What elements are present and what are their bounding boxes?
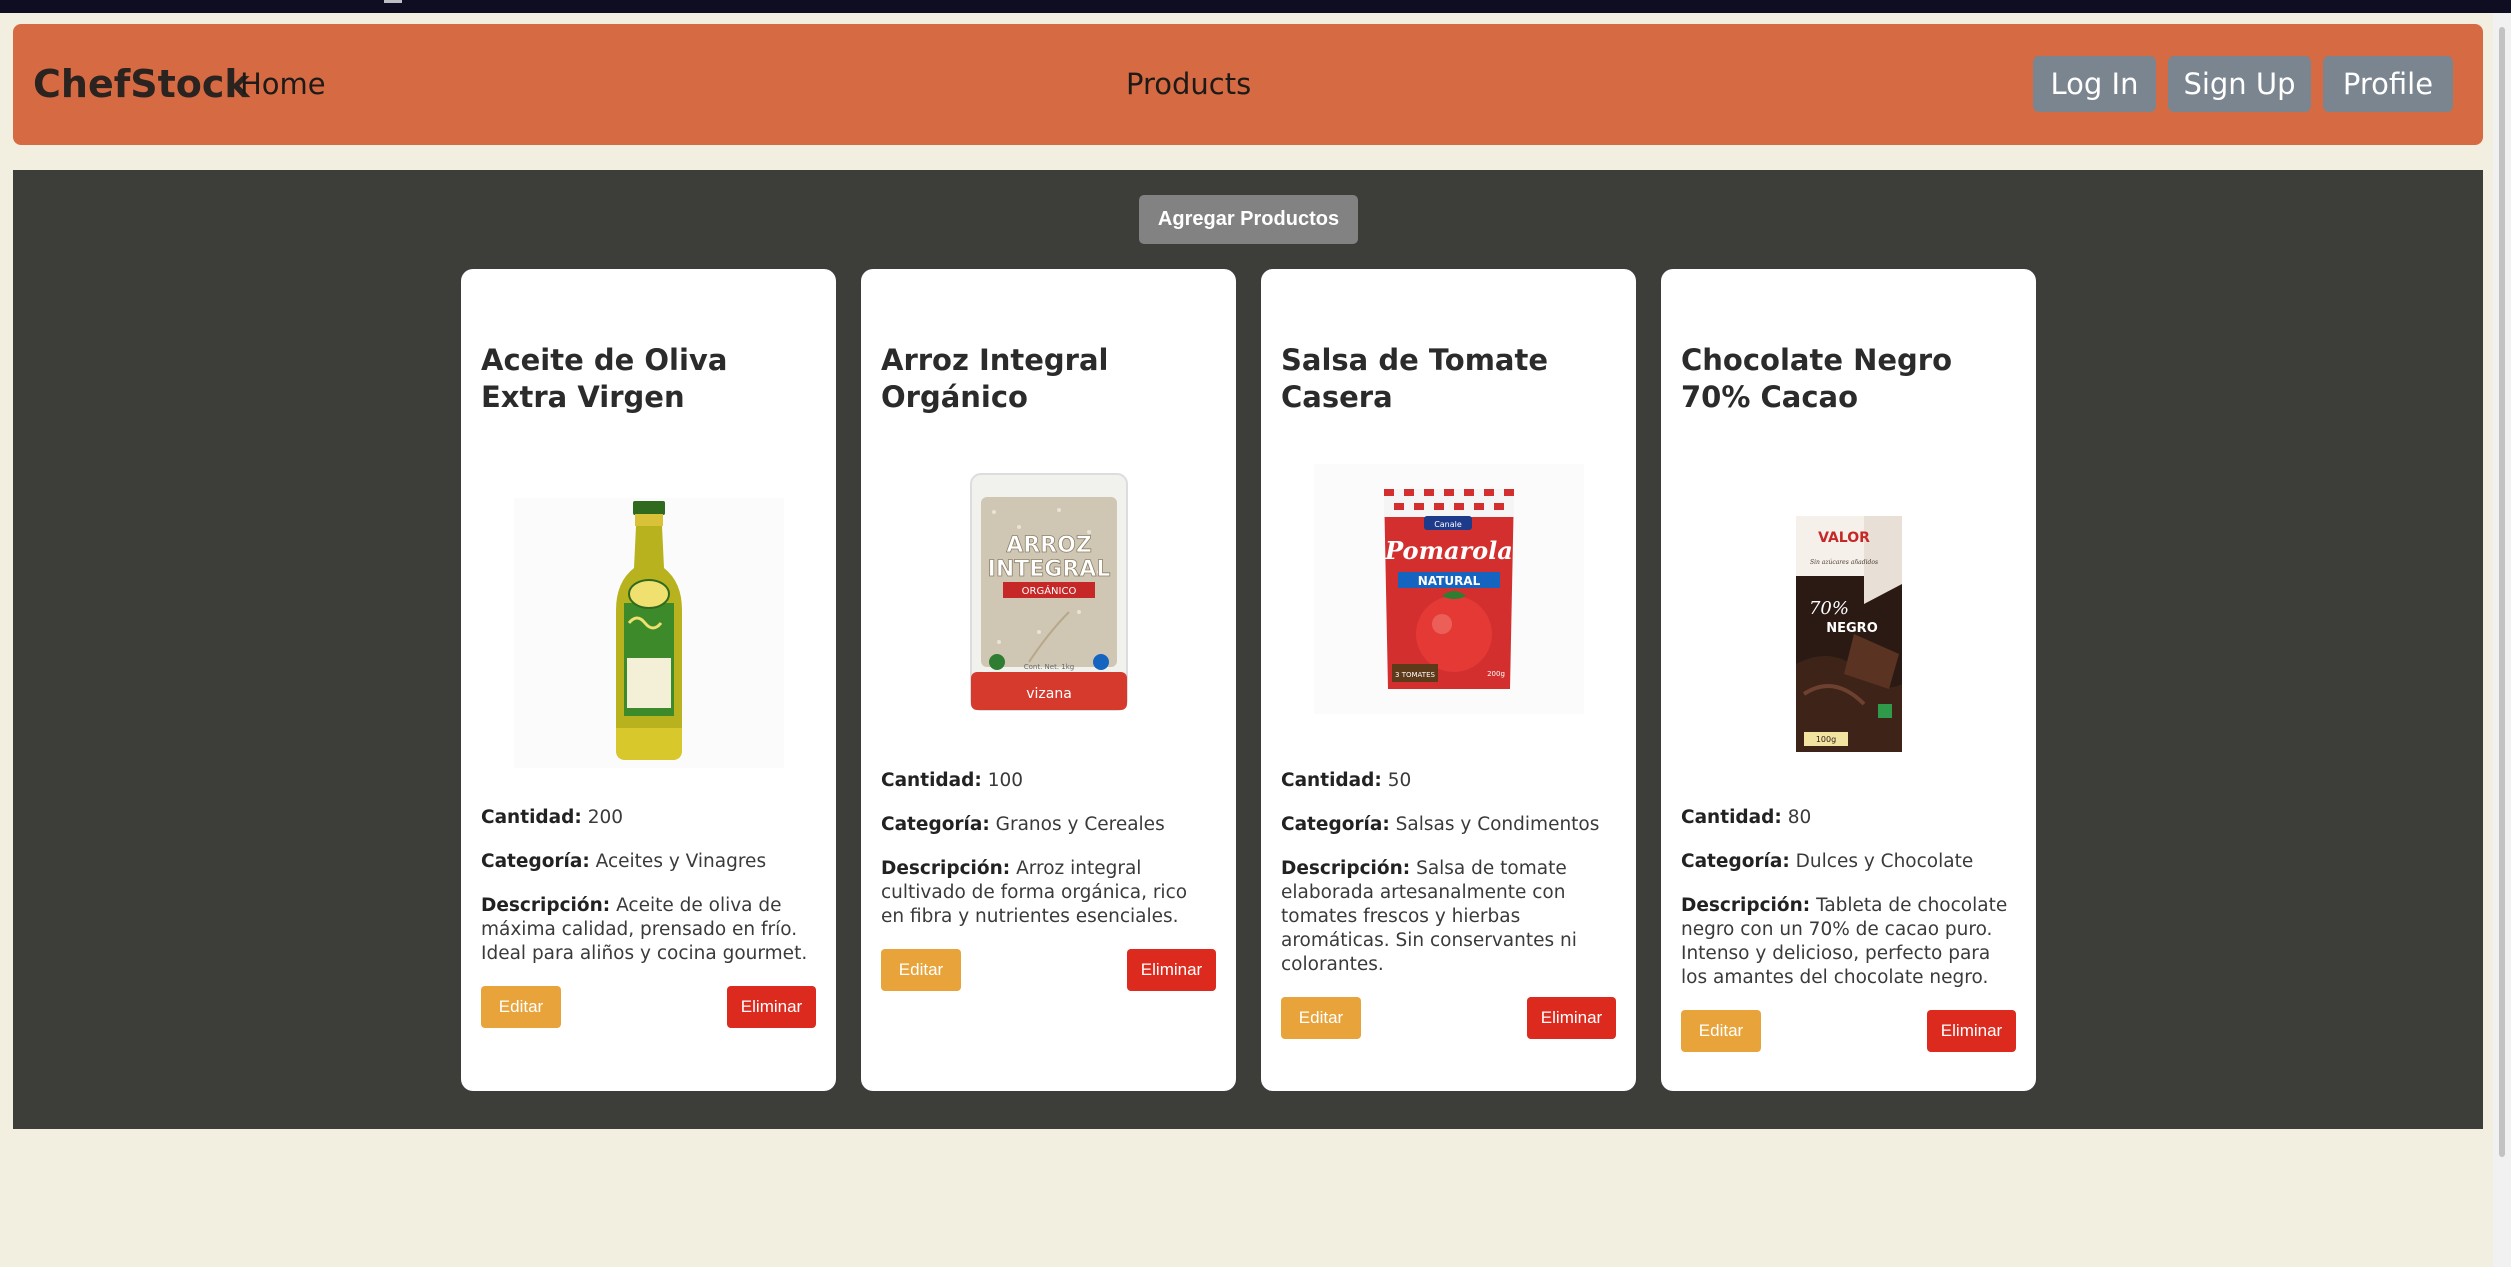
page-scrollbar[interactable] [2493,13,2511,1267]
scrollbar-thumb[interactable] [2499,27,2505,1157]
delete-button[interactable]: Eliminar [1527,997,1616,1039]
chocolate-package-weight: 100g [1815,735,1835,744]
brand-logo[interactable]: ChefStock [33,24,250,145]
add-products-button[interactable]: Agregar Productos [1139,195,1358,244]
quantity-value: 80 [1787,807,1812,828]
product-card: Aceite de Oliva Extra Virgen Cantidad: 2… [461,269,836,1091]
quantity-value: 100 [987,770,1023,791]
chocolate-package-kind: NEGRO [1826,621,1878,636]
quantity-label: Cantidad: [1681,807,1782,828]
category-row: Categoría: Granos y Cereales [881,813,1216,837]
edit-button[interactable]: Editar [1281,997,1361,1039]
nav-products-link[interactable]: Products [1126,24,1251,145]
description-label: Descripción: [481,895,611,916]
quantity-row: Cantidad: 200 [481,806,816,830]
chocolate-package-brand: VALOR [1818,530,1870,546]
product-image: VALOR Sin azúcares añadidos 70% NEGRO 10… [1681,514,2016,754]
olive-oil-bottle-icon [513,498,784,768]
card-actions: Editar Eliminar [481,986,816,1028]
category-label: Categoría: [881,814,990,835]
delete-button[interactable]: Eliminar [1127,949,1216,991]
rice-package-brand: vizana [1026,686,1072,702]
sauce-package-variant: NATURAL [1417,574,1480,588]
product-title: Arroz Integral Orgánico [881,343,1109,414]
quantity-label: Cantidad: [481,807,582,828]
category-value: Aceites y Vinagres [595,851,767,872]
sauce-package-brand: Pomarola [1384,536,1513,565]
product-title: Aceite de Oliva Extra Virgen [481,343,728,414]
delete-button[interactable]: Eliminar [1927,1010,2016,1052]
profile-button[interactable]: Profile [2323,56,2453,112]
description-label: Descripción: [1281,858,1411,879]
product-details: Cantidad: 80 Categoría: Dulces y Chocola… [1681,806,2016,1010]
product-title: Salsa de Tomate Casera [1281,343,1549,414]
login-button[interactable]: Log In [2033,56,2156,112]
card-actions: Editar Eliminar [881,949,1216,991]
quantity-row: Cantidad: 50 [1281,769,1616,793]
browser-top-strip [0,0,2511,13]
rice-package-line2: INTEGRAL [987,557,1110,582]
product-details: Cantidad: 200 Categoría: Aceites y Vinag… [481,806,816,986]
product-details: Cantidad: 100 Categoría: Granos y Cereal… [881,769,1216,949]
description-row: Descripción: Salsa de tomate elaborada a… [1281,857,1616,977]
edit-button[interactable]: Editar [1681,1010,1761,1052]
category-row: Categoría: Salsas y Condimentos [1281,813,1616,837]
quantity-label: Cantidad: [1281,770,1382,791]
description-row: Descripción: Arroz integral cultivado de… [881,857,1216,929]
product-title: Chocolate Negro 70% Cacao [1681,343,1953,414]
category-label: Categoría: [481,851,590,872]
category-value: Dulces y Chocolate [1795,851,1974,872]
products-section: Agregar Productos Aceite de Oliva Extra … [13,170,2483,1129]
product-details: Cantidad: 50 Categoría: Salsas y Condime… [1281,769,1616,997]
rice-package-weight: Cont. Net. 1kg [1023,663,1074,671]
product-image: ARROZ INTEGRAL ORGÁNICO Cont. Net. 1kg v… [881,472,1216,712]
chocolate-package-percent: 70% [1808,598,1848,619]
nav-home-link[interactable]: Home [240,24,326,145]
category-label: Categoría: [1281,814,1390,835]
category-value: Salsas y Condimentos [1395,814,1600,835]
product-image: Canale Pomarola NATURAL 3 TOMATES 200g [1281,464,1616,714]
card-actions: Editar Eliminar [1681,1010,2016,1052]
sauce-package-count: 3 TOMATES [1395,671,1435,679]
tab-indicator [384,0,402,3]
signup-button[interactable]: Sign Up [2168,56,2311,112]
description-row: Descripción: Aceite de oliva de máxima c… [481,894,816,966]
rice-package-band: ORGÁNICO [1021,584,1076,597]
category-label: Categoría: [1681,851,1790,872]
category-row: Categoría: Aceites y Vinagres [481,850,816,874]
quantity-row: Cantidad: 100 [881,769,1216,793]
chocolate-package-tagline: Sin azúcares añadidos [1809,559,1877,566]
sauce-package-weight: 200g [1487,670,1505,678]
quantity-value: 200 [587,807,623,828]
dark-chocolate-bar-icon: VALOR Sin azúcares añadidos 70% NEGRO 10… [1795,516,1902,752]
product-image [481,498,816,768]
product-card: Chocolate Negro 70% Cacao VALOR Sin azúc… [1661,269,2036,1091]
navbar: ChefStock Home Products Log In Sign Up P… [13,24,2483,145]
quantity-value: 50 [1387,770,1412,791]
category-value: Granos y Cereales [995,814,1165,835]
description-label: Descripción: [1681,895,1811,916]
card-actions: Editar Eliminar [1281,997,1616,1039]
product-card: Salsa de Tomate Casera Canale Pomarola N… [1261,269,1636,1091]
product-card: Arroz Integral Orgánico ARROZ INTEGRAL O… [861,269,1236,1091]
rice-bag-icon: ARROZ INTEGRAL ORGÁNICO Cont. Net. 1kg v… [969,473,1128,711]
description-row: Descripción: Tableta de chocolate negro … [1681,894,2016,990]
delete-button[interactable]: Eliminar [727,986,816,1028]
tomato-sauce-pouch-icon: Canale Pomarola NATURAL 3 TOMATES 200g [1313,464,1584,714]
quantity-label: Cantidad: [881,770,982,791]
rice-package-line1: ARROZ [1006,533,1092,558]
sauce-package-maker: Canale [1434,520,1462,529]
quantity-row: Cantidad: 80 [1681,806,2016,830]
edit-button[interactable]: Editar [481,986,561,1028]
description-label: Descripción: [881,858,1011,879]
category-row: Categoría: Dulces y Chocolate [1681,850,2016,874]
edit-button[interactable]: Editar [881,949,961,991]
